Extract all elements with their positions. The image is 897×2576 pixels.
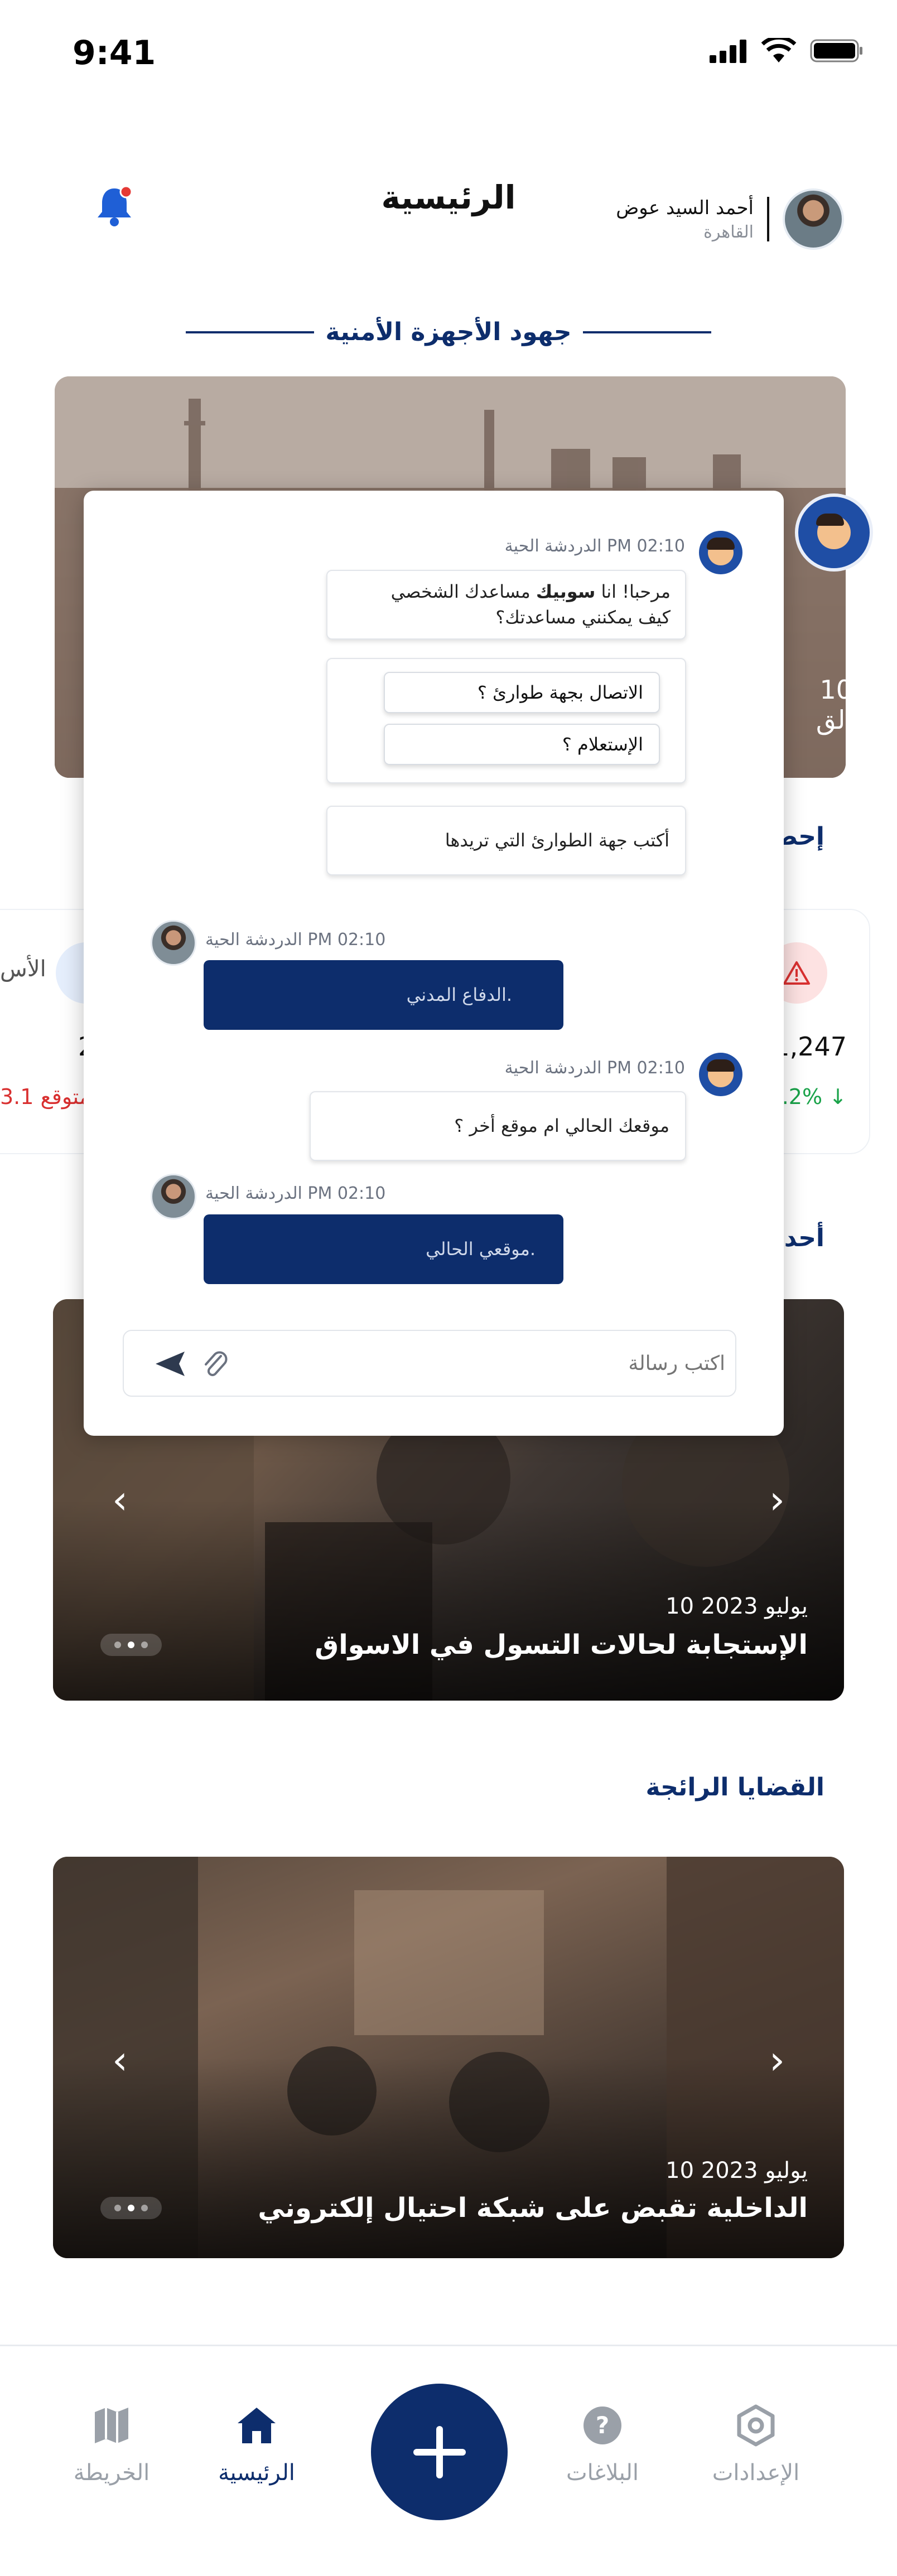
bot-message: أكتب جهة الطوارئ التي تريدها: [326, 806, 686, 875]
carousel-dots[interactable]: [100, 1634, 162, 1656]
user-profile[interactable]: أحمد السيد عوض القاهرة: [616, 188, 844, 250]
card-date: 10 يوليو 2023: [665, 1594, 808, 1619]
chevron-left-icon[interactable]: ‹: [103, 1478, 137, 1522]
message-meta: الدردشة الحية PM 02:10: [504, 536, 685, 556]
message-meta: الدردشة الحية PM 02:10: [205, 930, 386, 950]
message-text: مرحبا! انا: [595, 581, 671, 602]
user-city: القاهرة: [703, 222, 754, 242]
paperclip-icon: [205, 1351, 228, 1377]
settings-icon: [737, 2404, 775, 2447]
bot-name: سوبيك: [536, 581, 596, 602]
bot-message: موقعك الحالي ام موقع أخر ؟: [310, 1091, 686, 1161]
chevron-left-icon[interactable]: ‹: [103, 2038, 137, 2083]
signal-icon: [710, 40, 746, 63]
tab-settings[interactable]: الإعدادات: [683, 2403, 828, 2486]
carousel-dot[interactable]: [114, 1642, 121, 1648]
carousel-dot[interactable]: [141, 2205, 148, 2211]
chevron-right-icon[interactable]: ›: [760, 1478, 794, 1522]
trending-heading: القضايا الرائجة: [645, 1773, 824, 1802]
carousel-dot[interactable]: [141, 1642, 148, 1648]
bot-message: مرحبا! انا سوبيك مساعدك الشخصي كيف يمكنن…: [326, 570, 686, 640]
tab-label: الإعدادات: [712, 2460, 800, 2486]
send-button[interactable]: [153, 1348, 187, 1379]
tab-home[interactable]: الرئيسية: [184, 2403, 329, 2486]
tab-reports[interactable]: ? البلاغات: [530, 2403, 675, 2486]
hero-peek-number: 10: [819, 675, 852, 705]
bot-avatar: [699, 531, 742, 574]
carousel-dots[interactable]: [100, 2197, 162, 2219]
carousel-dot[interactable]: [128, 1642, 134, 1648]
card-date: 10 يوليو 2023: [665, 2158, 808, 2183]
tab-map[interactable]: الخريطة: [39, 2403, 184, 2486]
send-icon: [156, 1352, 185, 1376]
option-emergency-contact[interactable]: الاتصال بجهة طوارئ ؟: [384, 672, 660, 713]
user-avatar: [151, 1174, 196, 1219]
attach-button[interactable]: [201, 1348, 229, 1379]
wifi-icon: [761, 38, 797, 62]
message-meta: الدردشة الحية PM 02:10: [504, 1058, 685, 1078]
message-text: مساعدك الشخصي: [390, 581, 536, 602]
stat-value: 1,247: [773, 1032, 847, 1062]
status-time: 9:41: [73, 33, 156, 72]
tab-label: الخريطة: [73, 2460, 150, 2486]
question-icon: ?: [583, 2406, 621, 2444]
user-message: الدفاع المدني.: [204, 960, 563, 1030]
trending-card[interactable]: ‹ › 10 يوليو 2023 الداخلية تقبض على شبكة…: [53, 1857, 844, 2258]
tab-label: الرئيسية: [218, 2460, 295, 2486]
divider: [767, 197, 769, 241]
home-icon: [238, 2408, 276, 2443]
card-title: الداخلية تقبض على شبكة احتيال إلكتروني: [258, 2192, 808, 2224]
status-icons: [708, 38, 864, 64]
divider: [582, 331, 711, 333]
hero-peek-title: الق: [816, 705, 852, 735]
plus-icon: [413, 2425, 466, 2478]
section-title: جهود الأجهزة الأمنية: [325, 318, 572, 346]
user-avatar: [151, 920, 196, 966]
option-inquiry[interactable]: الإستعلام ؟: [384, 724, 660, 765]
chevron-right-icon[interactable]: ›: [760, 2038, 794, 2083]
hero-peek-text: 10 الق: [816, 675, 852, 735]
svg-text:?: ?: [596, 2412, 609, 2439]
map-icon: [95, 2408, 128, 2443]
tab-label: البلاغات: [566, 2460, 639, 2486]
carousel-dot[interactable]: [114, 2205, 121, 2211]
carousel-dot[interactable]: [128, 2205, 134, 2211]
user-name: أحمد السيد عوض: [616, 196, 754, 219]
add-report-button[interactable]: [371, 2384, 508, 2520]
news-heading: أحد: [784, 1224, 824, 1252]
card-title: الإستجابة لحالات التسول في الاسواق: [315, 1629, 808, 1660]
message-input[interactable]: [257, 1335, 725, 1391]
user-message: موقعي الحالي.: [204, 1214, 563, 1284]
security-efforts-heading: جهود الأجهزة الأمنية: [0, 318, 897, 346]
avatar[interactable]: [783, 188, 844, 250]
message-text: كيف يمكنني مساعدتك؟: [495, 607, 671, 628]
chatbot-toggle-button[interactable]: [795, 493, 873, 572]
bot-avatar: [699, 1053, 742, 1096]
stat-label: الأس: [0, 956, 46, 982]
bot-face-icon: [816, 514, 851, 549]
stat-change: 3.1 متوقع: [0, 1084, 91, 1109]
battery-icon: [810, 39, 862, 62]
message-meta: الدردشة الحية PM 02:10: [205, 1184, 386, 1203]
divider: [186, 331, 315, 333]
